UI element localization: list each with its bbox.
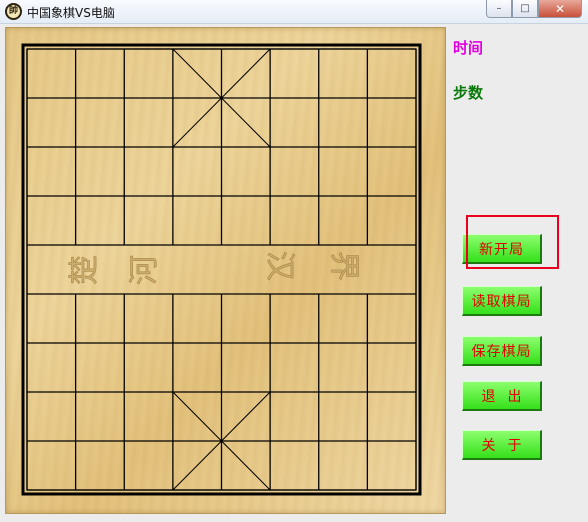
chess-board[interactable]: 楚 河 汉 界 <box>5 27 446 514</box>
maximize-button[interactable]: □ <box>512 0 538 18</box>
save-game-button[interactable]: 保存棋局 <box>462 336 542 366</box>
maximize-icon: □ <box>520 3 530 14</box>
time-label: 时间 <box>453 39 484 57</box>
about-button[interactable]: 关于 <box>462 430 542 460</box>
highlight-box <box>466 215 559 269</box>
window-controls: – □ ✕ <box>486 0 582 18</box>
board-grid[interactable]: 楚 河 汉 界 <box>6 28 447 515</box>
river-char-jie: 界 <box>326 251 361 281</box>
window-title: 中国象棋VS电脑 <box>27 6 115 20</box>
river-char-chu: 楚 <box>67 255 102 285</box>
steps-label: 步数 <box>453 84 484 102</box>
title-bar[interactable]: 帥 中国象棋VS电脑 – □ ✕ <box>0 0 588 24</box>
app-icon-glyph: 帥 <box>8 6 18 16</box>
app-window: 帥 中国象棋VS电脑 – □ ✕ 楚 河 汉 界 时间 步数 新开局 读取棋局 … <box>0 0 588 522</box>
river-char-han: 汉 <box>262 251 297 281</box>
exit-button[interactable]: 退出 <box>462 381 542 411</box>
close-button[interactable]: ✕ <box>538 0 582 18</box>
river-char-he: 河 <box>127 255 162 285</box>
load-game-button[interactable]: 读取棋局 <box>462 286 542 316</box>
app-icon: 帥 <box>5 3 22 20</box>
minimize-button[interactable]: – <box>486 0 512 18</box>
minimize-icon: – <box>496 3 502 14</box>
close-icon: ✕ <box>554 1 566 16</box>
